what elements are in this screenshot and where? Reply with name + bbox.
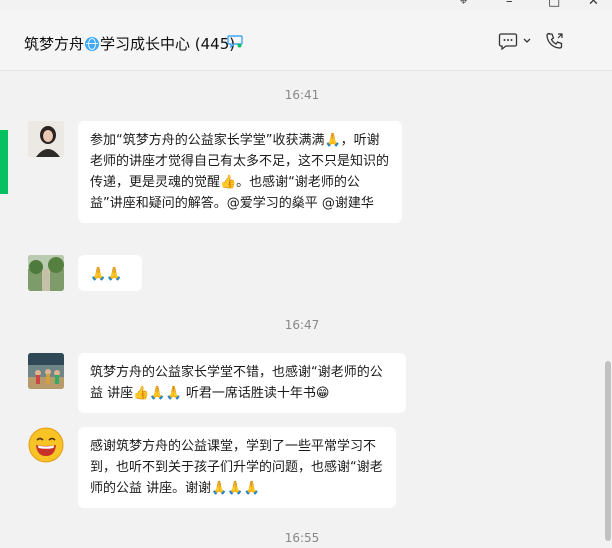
voice-call-icon[interactable] xyxy=(545,32,565,50)
message-bubble[interactable]: 参加“筑梦方舟的公益家长学堂”收获满满🙏，听谢老师的讲座才觉得自己有太多不足，这… xyxy=(78,121,402,223)
avatar[interactable] xyxy=(28,255,64,291)
scrollbar-thumb[interactable] xyxy=(605,361,611,541)
chat-title-part2: 学习成长中心 (445) xyxy=(100,35,236,53)
avatar[interactable] xyxy=(28,353,64,389)
avatar[interactable] xyxy=(28,121,64,157)
message-bubble[interactable]: 🙏🙏 xyxy=(78,255,142,291)
timestamp: 16:55 xyxy=(284,531,320,545)
message-bubble[interactable]: 感谢筑梦方舟的公益课堂，学到了一些平常学习不到，也听不到关于孩子们升学的问题，也… xyxy=(78,427,396,508)
message-text: 筑梦方舟的公益家长学堂不错，也感谢“谢老师的公益 讲座👍🙏🙏 听君一席话胜读十年… xyxy=(90,365,383,401)
laughing-face-icon xyxy=(28,427,64,463)
chat-header: 筑梦方舟 学习成长中心 (445) xyxy=(0,10,612,71)
scrollbar[interactable] xyxy=(604,71,612,548)
maximize-icon[interactable]: □ xyxy=(548,0,560,9)
more-icon[interactable] xyxy=(498,32,518,50)
chat-bubble-icon[interactable] xyxy=(227,34,243,48)
close-icon[interactable]: ✕ xyxy=(588,0,599,9)
message-text: 🙏🙏 xyxy=(90,267,123,282)
timestamp: 16:41 xyxy=(284,88,320,102)
timestamp: 16:47 xyxy=(284,318,320,332)
chat-title-part1: 筑梦方舟 xyxy=(24,35,85,53)
chevron-down-icon[interactable] xyxy=(522,32,532,50)
avatar-photo-icon xyxy=(28,353,64,389)
selection-indicator xyxy=(0,130,8,194)
message-bubble[interactable]: 筑梦方舟的公益家长学堂不错，也感谢“谢老师的公益 讲座👍🙏🙏 听君一席话胜读十年… xyxy=(78,353,406,413)
message-list[interactable]: 16:41 参加“筑梦方舟的公益家长学堂”收获满满🙏，听谢老师的讲座才觉得自己有… xyxy=(0,71,604,548)
message-text: 感谢筑梦方舟的公益课堂，学到了一些平常学习不到，也听不到关于孩子们升学的问题，也… xyxy=(90,439,383,496)
avatar-photo-icon xyxy=(28,255,64,291)
pin-icon[interactable]: ⌖ xyxy=(460,0,467,9)
message-text: 参加“筑梦方舟的公益家长学堂”收获满满🙏，听谢老师的讲座才觉得自己有太多不足，这… xyxy=(90,133,390,211)
avatar[interactable] xyxy=(28,427,64,463)
avatar-photo-icon xyxy=(28,121,64,157)
chat-title[interactable]: 筑梦方舟 学习成长中心 (445) xyxy=(24,33,235,54)
globe-icon xyxy=(85,37,100,51)
minimize-icon[interactable]: – xyxy=(506,0,513,9)
window-titlebar: ⌖ – □ ✕ xyxy=(0,0,612,10)
